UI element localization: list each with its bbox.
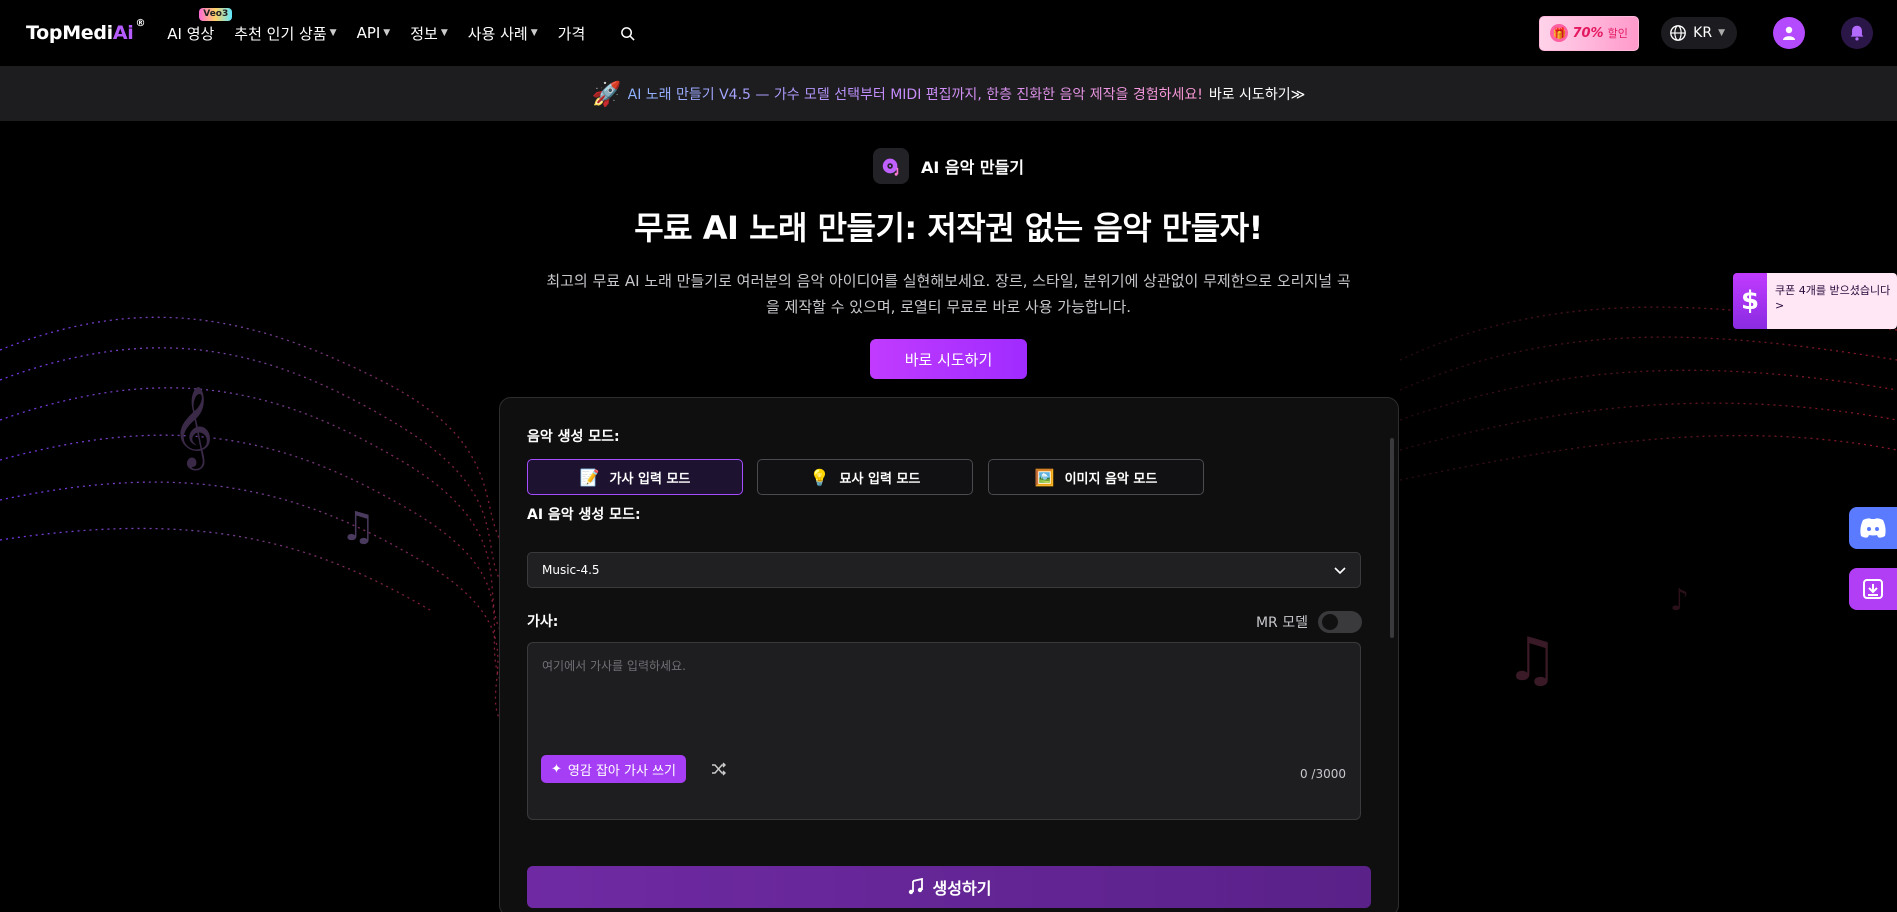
ai-mode-label: AI 음악 생성 모드: (527, 507, 641, 523)
logo-registered: ® (135, 18, 146, 29)
nav-item-label: 사용 사례 (467, 24, 528, 43)
mr-model-label: MR 모델 (1255, 615, 1308, 631)
svg-text:𝄞: 𝄞 (172, 385, 213, 470)
nav-right: 🎁 70% 할인 KR ▼ (1539, 0, 1873, 66)
download-icon (1863, 579, 1883, 599)
toggle-knob (1322, 614, 1338, 630)
download-button[interactable] (1849, 568, 1897, 610)
nav-item-popular-products[interactable]: 추천 인기 상품 ▼ (234, 23, 336, 44)
nav-item-info[interactable]: 정보 ▼ (410, 23, 448, 44)
model-select-value: Music-4.5 (542, 563, 600, 577)
mode-label: 묘사 입력 모드 (839, 471, 921, 487)
inspire-lyrics-button[interactable]: ✦ 영감 잡아 가사 쓰기 (541, 755, 686, 783)
svg-text:♫: ♫ (1505, 625, 1559, 695)
description-mode-button[interactable]: 💡 묘사 입력 모드 (757, 459, 973, 495)
mr-model-toggle[interactable] (1318, 611, 1362, 633)
veo3-badge: Veo3 (199, 7, 233, 21)
top-navigation: TopMedi Ai ® AI 영상 Veo3 추천 인기 상품 ▼ API ▼ 정… (0, 0, 1897, 66)
mode-label: 가사 입력 모드 (609, 471, 691, 487)
notification-bell-icon[interactable] (1841, 17, 1873, 49)
nav-item-use-cases[interactable]: 사용 사례 ▼ (468, 23, 538, 44)
character-counter: 0 /3000 (1299, 767, 1346, 781)
caret-down-icon: ▼ (329, 28, 337, 38)
shuffle-icon[interactable] (711, 761, 727, 777)
svg-text:♪: ♪ (1670, 583, 1689, 618)
image-mode-button[interactable]: 🖼️ 이미지 음악 모드 (988, 459, 1204, 495)
music-disc-icon (872, 148, 909, 184)
memo-icon: 📝 (579, 467, 600, 487)
globe-icon (1670, 25, 1687, 41)
language-label: KR (1693, 25, 1713, 41)
picture-icon: 🖼️ (1034, 467, 1055, 487)
generate-label: 생성하기 (932, 879, 992, 898)
hero-description: 최고의 무료 AI 노래 만들기로 여러분의 음악 아이디어를 실현해보세요. … (546, 272, 1351, 316)
nav-item-label: AI 영상 (167, 24, 215, 43)
promo-label: 할인 (1607, 27, 1628, 40)
announcement-cta-link[interactable]: 바로 시도하기≫ (1209, 84, 1305, 104)
lyrics-placeholder: 여기에서 가사를 입력하세요. (542, 659, 686, 673)
hero-tag: AI 음악 만들기 (0, 148, 1897, 184)
nav-menu: AI 영상 Veo3 추천 인기 상품 ▼ API ▼ 정보 ▼ 사용 사례 ▼… (167, 7, 637, 44)
nav-item-ai-video[interactable]: AI 영상 Veo3 (167, 7, 233, 44)
announcement-bar[interactable]: 🚀 AI 노래 만들기 V4.5 — 가수 모델 선택부터 MIDI 편집까지,… (0, 66, 1897, 121)
generate-button[interactable]: 생성하기 (527, 866, 1371, 908)
lyrics-mode-button[interactable]: 📝 가사 입력 모드 (527, 459, 743, 495)
caret-down-icon: ▼ (1718, 28, 1725, 38)
try-now-button[interactable]: 바로 시도하기 (870, 339, 1027, 379)
mode-label: 이미지 음악 모드 (1064, 471, 1158, 487)
promo-percent: 70% (1572, 25, 1604, 41)
logo-ai-text: Ai (112, 22, 134, 44)
nav-item-api[interactable]: API ▼ (357, 24, 391, 42)
lyrics-label: 가사: (527, 614, 559, 630)
music-note-icon (908, 878, 923, 895)
model-select[interactable]: Music-4.5 (527, 552, 1361, 588)
nav-item-label: 정보 (410, 24, 438, 43)
chevron-down-icon (1334, 567, 1346, 575)
magic-sparkle-icon: ✦ (551, 761, 562, 777)
discord-icon (1860, 518, 1886, 538)
page-title: 무료 AI 노래 만들기: 저작권 없는 음악 만들자! (634, 209, 1263, 247)
dollar-icon: $ (1733, 273, 1767, 329)
logo-text: TopMedi (26, 22, 113, 44)
nav-item-label: 가격 (557, 24, 586, 43)
discount-promo-button[interactable]: 🎁 70% 할인 (1539, 15, 1640, 51)
rocket-icon: 🚀 (591, 79, 622, 108)
hero-tag-label: AI 음악 만들기 (920, 158, 1025, 177)
lightbulb-icon: 💡 (809, 467, 830, 487)
nav-item-pricing[interactable]: 가격 (558, 23, 586, 44)
discord-button[interactable] (1849, 507, 1897, 549)
user-avatar-icon[interactable] (1773, 17, 1805, 49)
panel-scrollbar[interactable] (1390, 438, 1394, 638)
announcement-text: AI 노래 만들기 V4.5 — 가수 모델 선택부터 MIDI 편집까지, 한… (628, 84, 1203, 104)
gift-icon: 🎁 (1550, 24, 1569, 42)
mr-model-wrap: MR 모델 (1256, 611, 1362, 633)
generation-mode-label: 음악 생성 모드: (527, 429, 620, 445)
logo[interactable]: TopMedi Ai ® (26, 18, 146, 44)
caret-down-icon: ▼ (440, 28, 448, 38)
caret-down-icon: ▼ (383, 28, 391, 38)
coupon-widget[interactable]: $ 쿠폰 4개를 받으셨습니다 > (1733, 273, 1897, 329)
inspire-lyrics-label: 영감 잡아 가사 쓰기 (567, 763, 676, 779)
caret-down-icon: ▼ (530, 28, 538, 38)
music-generator-panel: 음악 생성 모드: 📝 가사 입력 모드 💡 묘사 입력 모드 🖼️ 이미지 음… (499, 397, 1399, 912)
coupon-text: 쿠폰 4개를 받으셨습니다 > (1767, 273, 1897, 329)
svg-text:♫: ♫ (340, 504, 376, 550)
lyrics-textarea[interactable]: 여기에서 가사를 입력하세요. ✦ 영감 잡아 가사 쓰기 0 /3000 (527, 642, 1361, 820)
nav-item-label: API (356, 24, 381, 42)
language-selector[interactable]: KR ▼ (1661, 17, 1737, 49)
search-icon[interactable] (617, 23, 637, 43)
nav-item-label: 추천 인기 상품 (234, 24, 327, 43)
